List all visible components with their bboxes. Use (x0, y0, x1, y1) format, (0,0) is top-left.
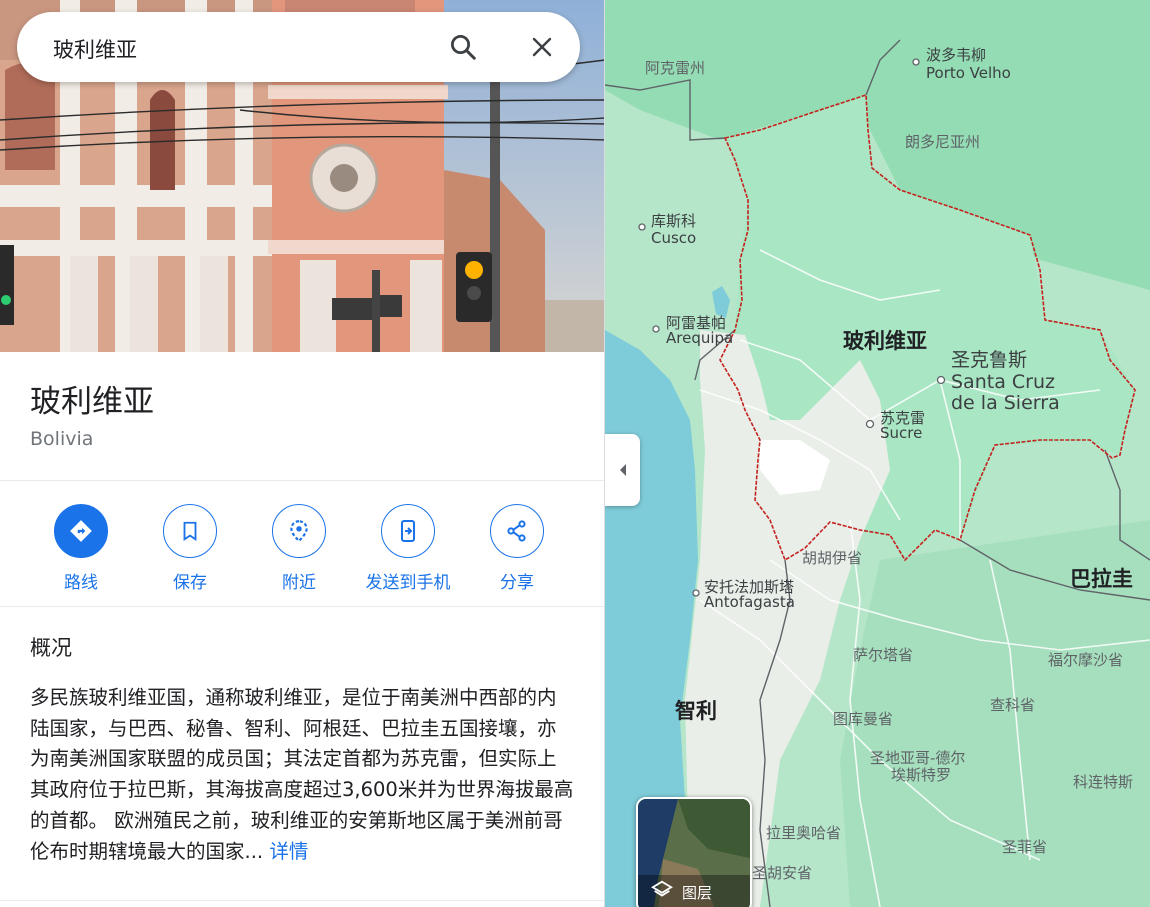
label-bolivia: 玻利维亚 (843, 329, 927, 353)
label-tucuman: 图库曼省 (833, 710, 893, 728)
more-link[interactable]: 详情 (269, 840, 308, 863)
search-box[interactable]: 玻利维亚 (17, 12, 580, 82)
nearby-label: 附近 (282, 573, 316, 593)
send-to-phone-icon (401, 520, 415, 542)
directions-button[interactable]: 路线 (26, 504, 136, 593)
label-paraguay: 巴拉圭 (1070, 567, 1133, 591)
directions-icon (70, 520, 92, 542)
label-rondonia: 朗多尼亚州 (905, 133, 980, 151)
send-to-phone-label: 发送到手机 (365, 573, 451, 593)
bookmark-icon (183, 521, 197, 541)
label-santiago-1: 圣地亚哥-德尔 (870, 749, 965, 767)
share-icon (507, 520, 526, 542)
layers-button[interactable]: 图层 (636, 797, 752, 907)
search-icon[interactable] (445, 31, 481, 63)
close-icon[interactable] (524, 31, 560, 63)
label-porto-velho-cn: 波多韦柳 (926, 46, 986, 64)
label-formosa: 福尔摩沙省 (1048, 651, 1123, 669)
app-root: 阿克雷州 波多韦柳 Porto Velho 朗多尼亚州 库斯科 Cusco 阿雷… (0, 0, 1150, 907)
label-santa-cruz-en2: de la Sierra (951, 392, 1060, 414)
map-canvas[interactable]: 阿克雷州 波多韦柳 Porto Velho 朗多尼亚州 库斯科 Cusco 阿雷… (605, 0, 1150, 907)
search-input[interactable]: 玻利维亚 (53, 34, 137, 64)
action-bar: 路线 保存 附近 发送到手机 分享 (0, 480, 604, 606)
place-title: 玻利维亚 (30, 384, 154, 420)
label-santiago-2: 埃斯特罗 (891, 766, 951, 784)
label-corrientes: 科连特斯 (1073, 773, 1133, 791)
label-porto-velho-en: Porto Velho (926, 64, 1011, 82)
label-antofagasta-en: Antofagasta (704, 593, 795, 611)
collapse-panel-button[interactable] (605, 434, 640, 506)
overview-text: 多民族玻利维亚国，通称玻利维亚，是位于南美洲中西部的内陆国家，与巴西、秘鲁、智利… (30, 683, 575, 867)
overview-body: 多民族玻利维亚国，通称玻利维亚，是位于南美洲中西部的内陆国家，与巴西、秘鲁、智利… (30, 686, 574, 863)
label-arequipa-en: Arequipa (666, 329, 733, 347)
map-graphics: 阿克雷州 波多韦柳 Porto Velho 朗多尼亚州 库斯科 Cusco 阿雷… (605, 0, 1150, 907)
directions-label: 路线 (64, 573, 98, 593)
label-cusco-en: Cusco (651, 229, 696, 247)
label-sucre-en: Sucre (880, 424, 922, 442)
divider-bottom (0, 606, 604, 607)
label-chile: 智利 (675, 699, 717, 723)
caret-left-icon (619, 464, 626, 476)
label-cusco-cn: 库斯科 (651, 212, 696, 230)
place-panel: 玻利维亚 玻利维亚 Bolivia 路线 保存 附近 发送到手机 分享 概况 多… (0, 0, 605, 907)
layers-label: 图层 (682, 884, 713, 902)
overview-heading: 概况 (30, 636, 72, 660)
share-label: 分享 (500, 573, 534, 593)
label-salta: 萨尔塔省 (853, 646, 913, 664)
save-label: 保存 (173, 573, 207, 593)
label-la-rioja: 拉里奥哈省 (766, 824, 841, 842)
label-santa-cruz-en1: Santa Cruz (951, 371, 1055, 393)
label-jujuy: 胡胡伊省 (802, 549, 862, 567)
label-santa-cruz-cn: 圣克鲁斯 (951, 349, 1027, 371)
label-santa-fe: 圣菲省 (1002, 838, 1047, 856)
divider-end (0, 900, 604, 901)
nearby-button[interactable]: 附近 (244, 504, 354, 593)
nearby-icon (290, 520, 308, 543)
label-acre: 阿克雷州 (645, 59, 705, 77)
layers-icon (651, 880, 673, 897)
share-button[interactable]: 分享 (462, 504, 572, 593)
save-button[interactable]: 保存 (135, 504, 245, 593)
send-to-phone-button[interactable]: 发送到手机 (353, 504, 463, 593)
label-san-juan: 圣胡安省 (752, 864, 812, 882)
place-subtitle: Bolivia (30, 428, 94, 450)
label-chaco: 查科省 (990, 696, 1035, 714)
